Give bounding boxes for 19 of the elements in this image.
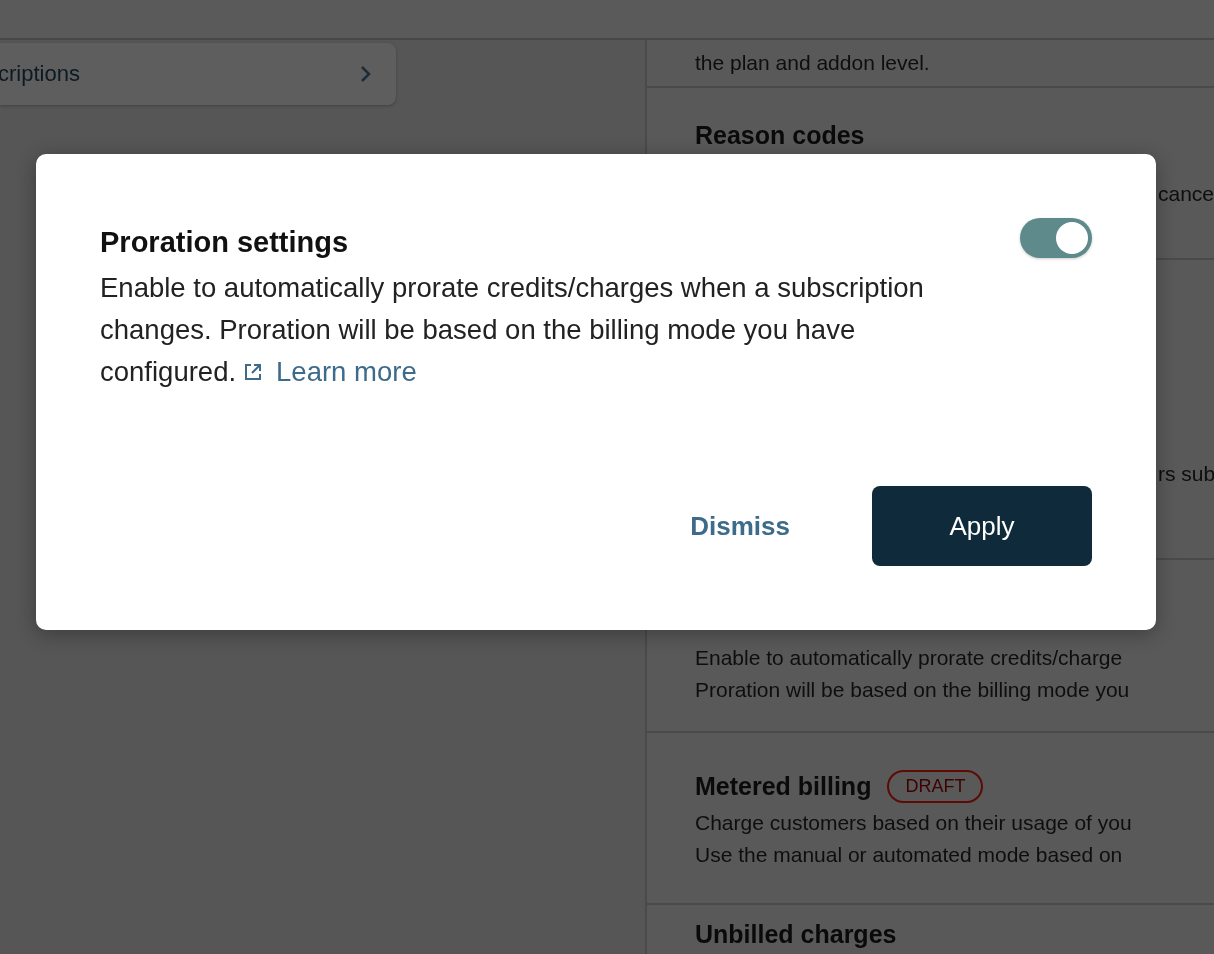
section-description: Proration will be based on the billing mode you <box>695 677 1131 702</box>
section-description: Use the manual or automated mode based on <box>695 842 1124 867</box>
section-title: Metered billing <box>695 771 872 801</box>
status-badge: DRAFT <box>887 769 984 803</box>
external-link-icon <box>244 363 263 381</box>
dismiss-button[interactable]: Dismiss <box>690 510 790 542</box>
section-title: Unbilled charges <box>695 919 897 949</box>
apply-button[interactable]: Apply <box>872 486 1092 566</box>
section-description: Enable to automatically prorate credits/charge <box>695 645 1124 670</box>
learn-more-link[interactable]: Learn more <box>244 351 417 393</box>
section-description: Charge customers based on their usage of you <box>695 810 1133 835</box>
chevron-right-icon <box>360 65 372 83</box>
section-description: cance <box>1158 182 1214 206</box>
section-description: rs sub <box>1158 462 1214 486</box>
dialog-description: Enable to automatically prorate credits/charges when a subscription changes. Proration will be based on the billing mode you have configured. Learn more <box>100 267 1092 393</box>
section-title: Reason codes <box>695 120 865 150</box>
section-description: the plan and addon level. <box>695 51 931 75</box>
dialog-title: Proration settings <box>100 226 349 259</box>
toggle-switch[interactable] <box>1020 218 1092 258</box>
